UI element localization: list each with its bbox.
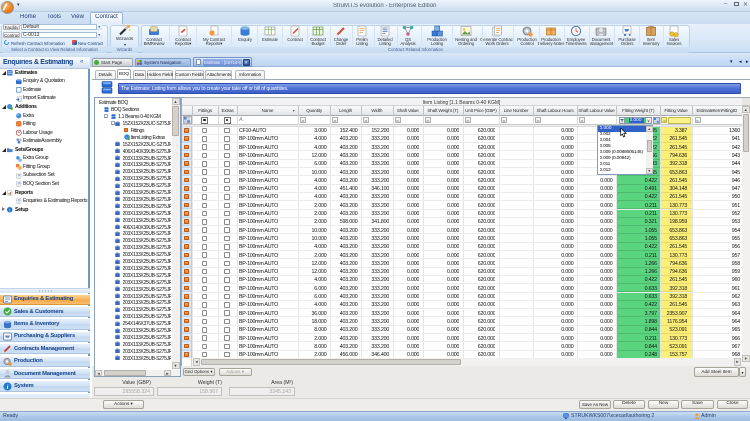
svg-text:i: i bbox=[9, 207, 10, 212]
svg-text:i: i bbox=[6, 383, 8, 390]
